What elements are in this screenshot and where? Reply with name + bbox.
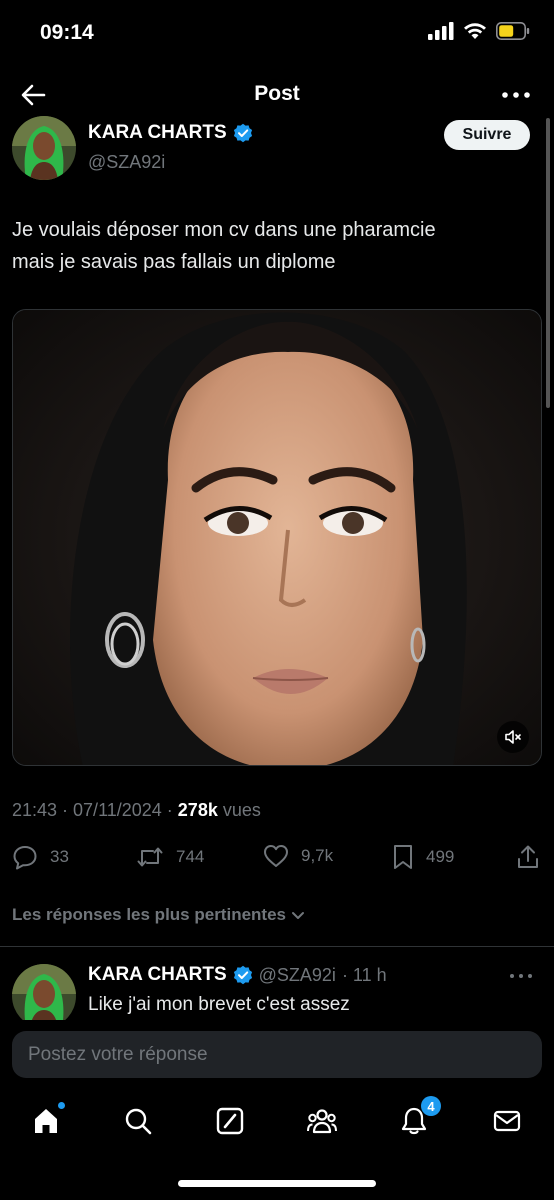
status-bar: 09:14 bbox=[0, 0, 554, 68]
reply-author-handle[interactable]: @SZA92i bbox=[259, 965, 336, 986]
repost-icon bbox=[137, 847, 163, 867]
reply-author-name[interactable]: KARA CHARTS bbox=[88, 964, 227, 986]
author-handle[interactable]: @SZA92i bbox=[88, 152, 165, 173]
share-icon bbox=[518, 845, 538, 868]
more-options-icon[interactable] bbox=[500, 83, 532, 107]
views-count[interactable]: 278k bbox=[178, 800, 218, 820]
reply-avatar[interactable] bbox=[12, 964, 76, 1020]
divider bbox=[0, 946, 554, 947]
post-timestamp: 21:43 · 07/11/2024 · bbox=[12, 800, 178, 820]
views-label: vues bbox=[217, 800, 261, 820]
reply-count: 33 bbox=[50, 847, 69, 866]
battery-icon bbox=[496, 22, 530, 40]
tab-grok[interactable] bbox=[213, 1104, 247, 1138]
post-actions: 33 744 9,7k 499 bbox=[0, 844, 554, 876]
communities-icon bbox=[307, 1109, 337, 1134]
video-frame-portrait bbox=[13, 310, 541, 765]
verified-badge-icon bbox=[233, 123, 252, 143]
mute-toggle-button[interactable] bbox=[497, 721, 529, 753]
replies-sort-label: Les réponses les plus pertinentes bbox=[12, 905, 286, 924]
home-icon bbox=[35, 1109, 57, 1133]
bookmark-icon bbox=[394, 845, 412, 869]
repost-action[interactable]: 744 bbox=[136, 844, 204, 870]
author-name-text: KARA CHARTS bbox=[88, 122, 227, 143]
home-unread-dot bbox=[58, 1102, 65, 1109]
bottom-tab-bar: 4 bbox=[0, 1094, 554, 1154]
replies-sort-dropdown[interactable]: Les réponses les plus pertinentes bbox=[12, 905, 306, 925]
reply-more-icon[interactable] bbox=[506, 968, 536, 984]
bookmark-count: 499 bbox=[426, 847, 455, 866]
post-meta: 21:43 · 07/11/2024 · 278k vues bbox=[12, 800, 261, 821]
reply-icon bbox=[13, 846, 37, 870]
bookmark-action[interactable]: 499 bbox=[392, 844, 454, 870]
cellular-signal-icon bbox=[428, 22, 454, 40]
tab-messages[interactable] bbox=[490, 1104, 524, 1138]
mail-icon bbox=[493, 1110, 521, 1132]
tab-notifications[interactable]: 4 bbox=[397, 1096, 441, 1138]
chevron-down-icon bbox=[291, 912, 304, 919]
follow-button[interactable]: Suivre bbox=[444, 120, 530, 150]
home-indicator[interactable] bbox=[178, 1180, 376, 1187]
post-text-line-2: mais je savais pas fallais un diplome bbox=[12, 251, 336, 273]
wifi-icon bbox=[464, 23, 486, 39]
tab-home[interactable] bbox=[29, 1102, 65, 1138]
reply-item[interactable]: KARA CHARTS @SZA92i · 11 h Like j'ai mon… bbox=[0, 958, 554, 1020]
like-action[interactable]: 9,7k bbox=[263, 844, 333, 868]
verified-badge-icon bbox=[233, 965, 252, 985]
avatar[interactable] bbox=[12, 116, 76, 180]
tab-communities[interactable] bbox=[305, 1104, 339, 1138]
speaker-muted-icon bbox=[505, 730, 521, 744]
post-author: KARA CHARTS @SZA92i Suivre bbox=[0, 112, 554, 184]
search-icon bbox=[125, 1108, 152, 1135]
share-action[interactable] bbox=[516, 844, 540, 870]
reply-text: Like j'ai mon brevet c'est assez bbox=[88, 994, 350, 1015]
tab-search[interactable] bbox=[121, 1104, 155, 1138]
heart-icon bbox=[264, 845, 288, 867]
grok-icon bbox=[216, 1107, 244, 1135]
reply-time: · 11 h bbox=[341, 964, 387, 985]
page-title: Post bbox=[254, 82, 300, 105]
author-name[interactable]: KARA CHARTS bbox=[88, 122, 253, 144]
post-video[interactable] bbox=[12, 309, 542, 766]
like-count: 9,7k bbox=[301, 846, 334, 865]
reply-action[interactable]: 33 bbox=[12, 844, 69, 870]
repost-count: 744 bbox=[176, 847, 205, 866]
notifications-badge: 4 bbox=[421, 1096, 441, 1116]
reply-composer-input[interactable] bbox=[12, 1031, 542, 1078]
post-text: Je voulais déposer mon cv dans une phara… bbox=[12, 214, 532, 278]
reply-header: KARA CHARTS @SZA92i · 11 h bbox=[88, 964, 387, 986]
status-icons bbox=[428, 22, 530, 40]
status-time: 09:14 bbox=[40, 21, 94, 44]
post-text-line-1: Je voulais déposer mon cv dans une phara… bbox=[12, 219, 436, 241]
